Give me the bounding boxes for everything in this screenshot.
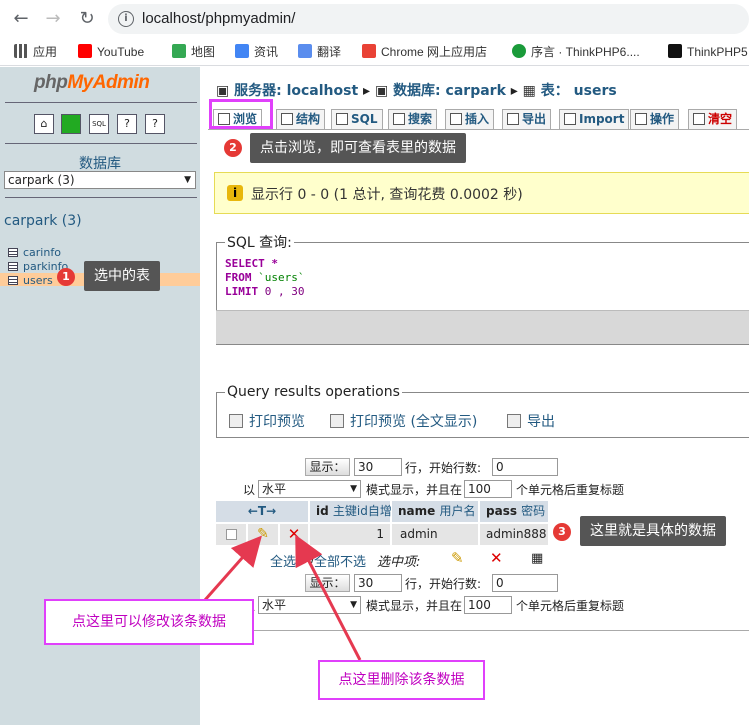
arrow-to-delete: [295, 534, 362, 661]
annotation-delete-callout: 点这里删除该条数据: [318, 660, 485, 700]
arrow-to-edit: [203, 535, 262, 601]
annotation-edit-callout: 点这里可以修改该条数据: [44, 599, 254, 645]
